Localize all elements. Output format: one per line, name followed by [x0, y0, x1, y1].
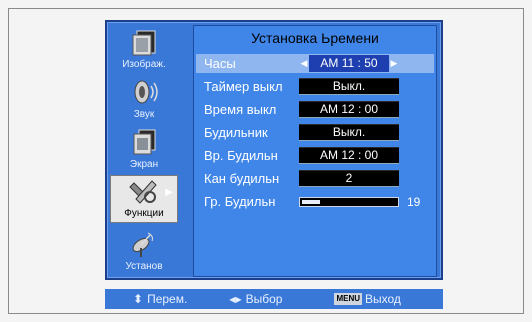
sidebar-item-label: Функции — [124, 208, 164, 219]
off-time-value[interactable]: AM 12 : 00 — [299, 101, 399, 118]
sound-icon — [134, 80, 158, 104]
alarm-time-value[interactable]: AM 12 : 00 — [299, 147, 399, 164]
row-alarm-channel[interactable]: Кан будильн 2 — [196, 169, 434, 188]
sidebar-item-picture[interactable]: Изображ. — [110, 25, 178, 73]
left-right-arrow-icon: ◀▶ — [229, 294, 242, 304]
row-label: Гр. Будильн — [204, 194, 276, 209]
sidebar-item-label: Установ — [125, 261, 163, 272]
alarm-value[interactable]: Выкл. — [299, 124, 399, 141]
up-down-arrow-icon: ⬍ — [133, 292, 144, 306]
arrow-right-icon[interactable]: ▶ — [389, 58, 399, 69]
sidebar-item-screen[interactable]: Экран — [110, 125, 178, 173]
row-label: Кан будильн — [204, 171, 280, 186]
functions-icon — [129, 180, 157, 204]
row-label: Таймер выкл — [204, 79, 283, 94]
osd-menu: Изображ. Звук Экран ▶ Функции Установ Ус… — [105, 20, 443, 280]
sidebar-item-setup[interactable]: Установ — [110, 227, 178, 275]
setup-icon — [132, 232, 153, 257]
sidebar-item-functions[interactable]: ▶ Функции — [110, 175, 178, 223]
row-off-timer[interactable]: Таймер выкл Выкл. — [196, 77, 434, 96]
time-setup-panel: Установка Ьремени Часы ◀ AM 11 : 50 ▶ Та… — [193, 25, 437, 277]
row-label: Будильник — [204, 125, 268, 140]
hint-exit-label: Выход — [365, 292, 401, 306]
hint-move-label: Перем. — [147, 292, 188, 306]
menu-key-icon: MENU — [334, 293, 363, 305]
sidebar-item-sound[interactable]: Звук — [110, 75, 178, 123]
row-alarm[interactable]: Будильник Выкл. — [196, 123, 434, 142]
row-alarm-time[interactable]: Вр. Будильн AM 12 : 00 — [196, 146, 434, 165]
hint-select: ◀▶ Выбор — [229, 292, 282, 306]
row-clock[interactable]: Часы ◀ AM 11 : 50 ▶ — [196, 54, 434, 73]
row-label: Часы — [204, 56, 236, 71]
row-label: Вр. Будильн — [204, 148, 278, 163]
slider-fill — [302, 199, 321, 204]
sidebar: Изображ. Звук Экран ▶ Функции Установ — [110, 25, 178, 277]
picture-icon — [132, 30, 156, 56]
screen-icon — [133, 129, 156, 155]
alarm-channel-value[interactable]: 2 — [299, 170, 399, 187]
sidebar-item-label: Звук — [133, 109, 155, 120]
row-off-time[interactable]: Время выкл AM 12 : 00 — [196, 100, 434, 119]
chevron-right-icon: ▶ — [165, 187, 173, 198]
alarm-volume-slider[interactable] — [299, 196, 399, 207]
bottom-hint-bar: ⬍ Перем. ◀▶ Выбор MENU Выход — [105, 289, 443, 309]
off-timer-value[interactable]: Выкл. — [299, 78, 399, 95]
sidebar-item-label: Экран — [129, 159, 159, 170]
panel-title: Установка Ьремени — [251, 30, 379, 46]
sidebar-item-label: Изображ. — [122, 59, 166, 70]
row-alarm-volume[interactable]: Гр. Будильн 19 — [196, 192, 434, 211]
hint-select-label: Выбор — [245, 292, 283, 306]
row-label: Время выкл — [204, 102, 277, 117]
alarm-volume-value: 19 — [407, 194, 421, 209]
hint-move: ⬍ Перем. — [133, 292, 187, 306]
arrow-left-icon[interactable]: ◀ — [299, 58, 309, 69]
hint-exit: MENU Выход — [334, 292, 401, 306]
clock-value[interactable]: AM 11 : 50 — [309, 55, 389, 72]
